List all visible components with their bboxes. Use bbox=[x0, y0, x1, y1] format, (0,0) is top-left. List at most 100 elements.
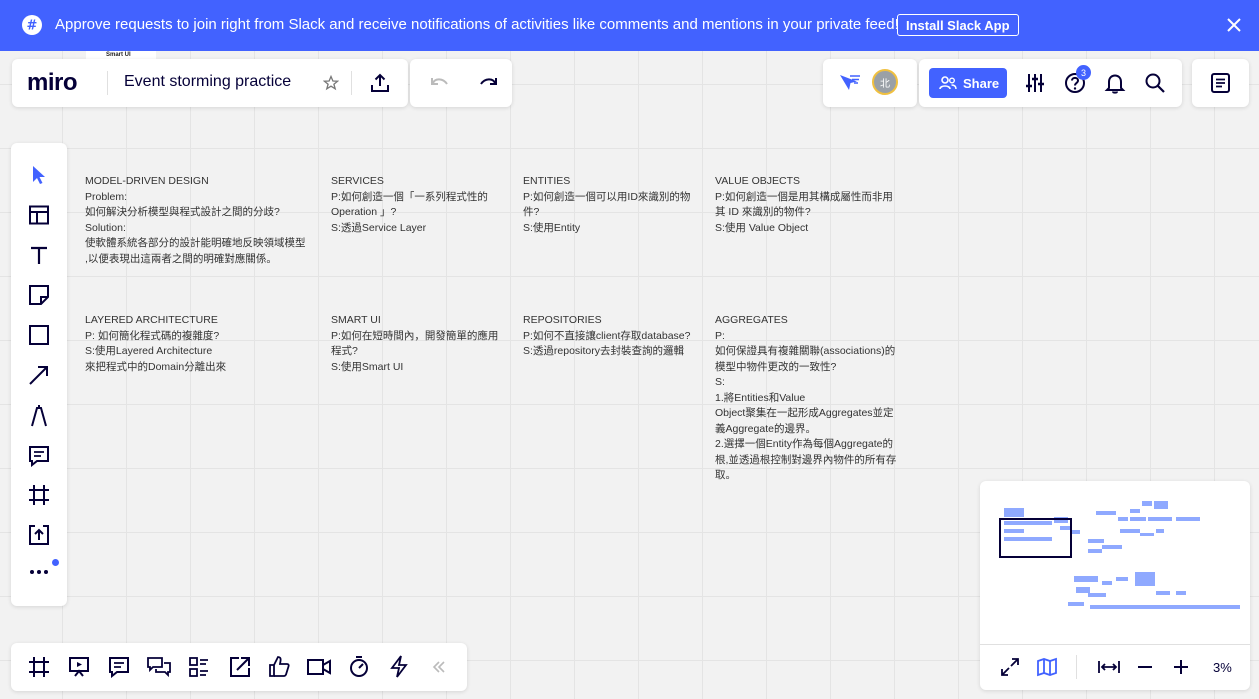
more-icon[interactable] bbox=[28, 567, 50, 577]
undo-icon[interactable] bbox=[430, 74, 450, 92]
section-title: AGGREGATES bbox=[715, 314, 788, 326]
collaborators-bar: 北 bbox=[823, 59, 917, 107]
zoom-out-icon[interactable] bbox=[1137, 659, 1153, 675]
cursor-filter-icon[interactable] bbox=[837, 72, 861, 94]
share-screen-icon[interactable] bbox=[229, 656, 251, 678]
sticky-note-icon[interactable] bbox=[28, 284, 50, 306]
fullscreen-icon[interactable] bbox=[1000, 657, 1020, 677]
map-icon[interactable] bbox=[1036, 657, 1058, 677]
video-icon[interactable] bbox=[306, 656, 332, 678]
sticky-layered-architecture[interactable]: LAYERED ARCHITECTURE P: 如何簡化程式碼的複雜度? S:使… bbox=[85, 313, 325, 375]
section-line: Solution: bbox=[85, 221, 126, 234]
share-button[interactable]: Share bbox=[929, 68, 1007, 98]
export-icon[interactable] bbox=[369, 72, 391, 94]
shape-icon[interactable] bbox=[28, 324, 50, 346]
cards-icon[interactable] bbox=[188, 656, 210, 678]
select-cursor-icon[interactable] bbox=[31, 165, 47, 185]
zoom-level[interactable]: 3% bbox=[1213, 660, 1232, 675]
section-title: REPOSITORIES bbox=[523, 314, 602, 326]
section-line: P:如何創造一個是用其構成屬性而非用 bbox=[715, 190, 893, 203]
divider bbox=[1076, 655, 1077, 679]
section-line: 如何保證具有複雜關聯(associations)的 bbox=[715, 345, 896, 357]
sticky-repositories[interactable]: REPOSITORIES P:如何不直接讓client存取database? S… bbox=[523, 313, 713, 360]
frames-icon[interactable] bbox=[28, 656, 50, 678]
divider bbox=[107, 71, 108, 95]
fit-width-icon[interactable] bbox=[1097, 659, 1121, 675]
timer-icon[interactable] bbox=[348, 655, 370, 678]
section-line: S:使用Smart UI bbox=[331, 360, 404, 373]
section-title: MODEL-DRIVEN DESIGN bbox=[85, 175, 209, 187]
close-icon[interactable] bbox=[1226, 17, 1242, 33]
section-line: 取。 bbox=[715, 469, 736, 481]
more-indicator-dot bbox=[52, 559, 59, 566]
section-line: Object聚集在一起形成Aggregates並定 bbox=[715, 407, 894, 419]
right-toolbar: Share 3 bbox=[919, 59, 1182, 107]
settings-sliders-icon[interactable] bbox=[1024, 72, 1046, 94]
templates-icon[interactable] bbox=[28, 205, 50, 225]
section-title: SERVICES bbox=[331, 175, 384, 187]
slack-banner: # Approve requests to join right from Sl… bbox=[0, 0, 1259, 51]
search-icon[interactable] bbox=[1144, 72, 1166, 94]
avatar[interactable]: 北 bbox=[872, 69, 898, 95]
pen-icon[interactable] bbox=[28, 404, 50, 428]
bottom-toolbar bbox=[11, 643, 467, 691]
presentation-icon[interactable] bbox=[68, 656, 90, 678]
section-line: P: bbox=[715, 329, 725, 342]
section-line: P: 如何簡化程式碼的複雜度? bbox=[85, 329, 220, 342]
redo-icon[interactable] bbox=[478, 74, 498, 92]
section-line: 程式? bbox=[331, 345, 358, 357]
chat-icon[interactable] bbox=[147, 656, 171, 678]
section-line: 2.選擇一個Entity作為每個Aggregate的 bbox=[715, 438, 893, 450]
section-line: S: bbox=[715, 376, 725, 388]
connection-line-icon[interactable] bbox=[28, 364, 50, 386]
svg-text:#: # bbox=[27, 19, 38, 34]
notes-icon bbox=[1211, 73, 1230, 93]
section-line: 其 ID 來識別的物件? bbox=[715, 206, 811, 218]
lightning-icon[interactable] bbox=[389, 655, 409, 678]
section-line: S:透過repository去封裝查詢的邏輯 bbox=[523, 345, 685, 357]
sticky-services[interactable]: SERVICES P:如何創造一個「一系列程式性的 Operation 」? S… bbox=[331, 174, 516, 236]
notes-panel-button[interactable] bbox=[1192, 59, 1249, 107]
share-label: Share bbox=[963, 75, 1000, 91]
thumbs-up-icon[interactable] bbox=[268, 655, 290, 678]
collapse-icon[interactable] bbox=[432, 661, 446, 673]
upload-icon[interactable] bbox=[28, 524, 50, 546]
comments-icon[interactable] bbox=[108, 656, 130, 678]
section-line: 使軟體系統各部分的設計能明確地反映領域模型 bbox=[85, 237, 306, 249]
users-icon bbox=[939, 76, 957, 90]
zoom-in-icon[interactable] bbox=[1173, 659, 1189, 675]
board-title[interactable]: Event storming practice bbox=[124, 73, 291, 91]
section-line: P:如何不直接讓client存取database? bbox=[523, 329, 691, 342]
minimap-canvas[interactable] bbox=[980, 481, 1250, 641]
minimap-panel: 3% bbox=[980, 481, 1250, 690]
frame-icon[interactable] bbox=[28, 484, 50, 506]
section-title: LAYERED ARCHITECTURE bbox=[85, 314, 218, 326]
section-line: S:使用Entity bbox=[523, 221, 581, 234]
help-badge: 3 bbox=[1076, 65, 1091, 80]
section-title: SMART UI bbox=[331, 314, 381, 326]
section-line: 來把程式中的Domain分離出來 bbox=[85, 360, 227, 373]
star-icon[interactable] bbox=[323, 75, 339, 91]
sticky-model-driven-design[interactable]: MODEL-DRIVEN DESIGN Problem: 如何解決分析模型與程式… bbox=[85, 174, 325, 267]
section-title: VALUE OBJECTS bbox=[715, 175, 800, 187]
section-line: P:如何在短時間內，開發簡單的應用 bbox=[331, 329, 499, 342]
sticky-entities[interactable]: ENTITIES P:如何創造一個可以用ID來識別的物 件? S:使用Entit… bbox=[523, 174, 708, 236]
divider bbox=[980, 644, 1250, 645]
miro-logo[interactable]: miro bbox=[27, 69, 78, 97]
section-line: S:使用Layered Architecture bbox=[85, 345, 213, 357]
section-line: 1.將Entities和Value bbox=[715, 391, 806, 404]
comment-icon[interactable] bbox=[28, 445, 50, 467]
text-tool-icon[interactable] bbox=[28, 245, 50, 265]
sticky-value-objects[interactable]: VALUE OBJECTS P:如何創造一個是用其構成屬性而非用 其 ID 來識… bbox=[715, 174, 915, 236]
banner-message: Approve requests to join right from Slac… bbox=[55, 16, 899, 33]
sticky-aggregates[interactable]: AGGREGATES P: 如何保證具有複雜關聯(associations)的 … bbox=[715, 313, 915, 484]
section-line: 件? bbox=[523, 206, 540, 218]
install-slack-app-button[interactable]: Install Slack App bbox=[897, 14, 1019, 36]
sticky-smart-ui[interactable]: SMART UI P:如何在短時間內，開發簡單的應用 程式? S:使用Smart… bbox=[331, 313, 516, 375]
section-line: 義Aggregate的邊界。 bbox=[715, 422, 816, 435]
bell-icon[interactable] bbox=[1104, 72, 1126, 94]
divider bbox=[351, 71, 352, 95]
section-line: 模型中物件更改的一致性? bbox=[715, 360, 837, 373]
section-line: P:如何創造一個「一系列程式性的 bbox=[331, 190, 488, 203]
slack-icon: # bbox=[22, 15, 42, 35]
